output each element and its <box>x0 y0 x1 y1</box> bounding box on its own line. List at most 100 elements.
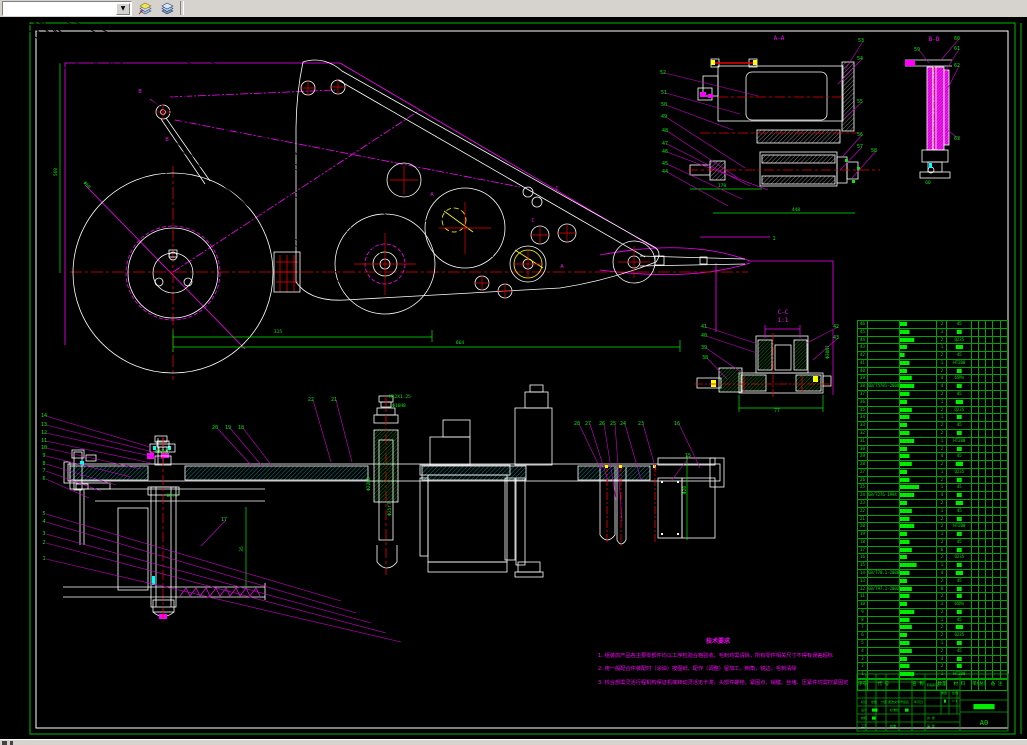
table-cell: 14 <box>858 570 868 578</box>
balloon-number: 19 <box>225 425 231 431</box>
table-cell <box>979 671 987 679</box>
table-cell: 4 <box>858 647 868 656</box>
parts-list-header: 序号代 号名 称数量材 料单件总计备 注 <box>857 679 1008 691</box>
table-cell <box>993 437 1002 446</box>
table-cell <box>993 383 1002 392</box>
table-cell: 4 <box>937 570 948 578</box>
table-cell <box>993 321 1002 329</box>
table-row: 15 ▇▇▇▇▇▇▇ 1 ▇▇ <box>858 562 1008 570</box>
table-cell <box>1001 507 1008 516</box>
table-header-cell: 材 料 <box>947 680 973 691</box>
table-cell <box>867 468 900 477</box>
table-cell: 1 <box>937 601 948 609</box>
table-cell <box>986 531 994 539</box>
table-cell: ▇▇ <box>947 655 973 664</box>
status-glyph-icon <box>2 741 7 745</box>
table-cell: ▇▇▇▇▇ <box>899 507 938 516</box>
layer-states-icon[interactable] <box>158 1 177 17</box>
table-cell: 1 <box>937 562 948 570</box>
table-cell <box>979 570 987 578</box>
table-cell <box>867 336 900 345</box>
table-cell <box>867 538 900 547</box>
table-cell <box>986 593 994 602</box>
table-cell <box>972 507 980 516</box>
table-row: 19 ▇▇▇ 1 ▇▇ <box>858 531 1008 539</box>
table-cell: 2 <box>937 663 948 672</box>
table-cell: 2 <box>937 445 948 454</box>
chevron-down-icon[interactable]: ▼ <box>116 3 130 15</box>
table-cell <box>993 546 1002 555</box>
table-cell <box>972 352 980 360</box>
table-cell <box>986 570 994 578</box>
table-cell <box>972 336 980 345</box>
table-cell: 18 <box>858 538 868 547</box>
table-cell <box>979 375 987 384</box>
dimension-text: 560 <box>53 168 59 176</box>
table-cell: ▇▇▇ <box>899 422 938 430</box>
parts-list-table: 46 ▇▇▇ 2 45 45 ▇▇▇▇ 1 ▇▇ 44 ▇▇▇▇▇▇ 2 Q235 43 ▇▇▇ 1 ▇▇▇ 4… <box>857 320 1008 679</box>
balloon-number: 5 <box>42 511 45 517</box>
table-cell <box>972 546 980 555</box>
title-block-label: ▇▇▇ <box>871 708 878 712</box>
drawing-canvas[interactable]: 52 51 50 49 48 47 46 45 44 53 54 55 56 57 58 59 60 61 62 63… <box>0 17 1027 739</box>
table-cell: ▇▇▇▇ <box>899 663 938 672</box>
table-cell <box>972 647 980 656</box>
table-cell <box>867 562 900 570</box>
table-row: 28 ▇▇▇▇▇ 2 ▇▇▇ <box>858 461 1008 469</box>
table-cell: 5 <box>858 640 868 648</box>
section-label: A-A <box>774 35 785 42</box>
table-cell <box>979 445 987 454</box>
table-header-cell: 备 注 <box>986 680 1008 691</box>
table-cell <box>986 507 994 516</box>
table-cell: 2 <box>937 538 948 547</box>
table-cell <box>993 336 1002 345</box>
balloon-number: 63 <box>954 136 960 142</box>
table-cell: 4 <box>937 655 948 664</box>
table-cell <box>1001 336 1008 345</box>
dimension-text: Φ30NUT <box>155 449 172 455</box>
table-cell <box>993 476 1002 485</box>
table-cell: 1 <box>937 437 948 446</box>
table-cell <box>986 484 994 493</box>
table-cell: 44 <box>858 336 868 345</box>
table-cell: ▇▇▇▇ <box>899 391 938 399</box>
dimension-text: 315 <box>274 329 282 335</box>
table-cell <box>1001 655 1008 664</box>
table-cell: ▇▇▇ <box>899 367 938 376</box>
table-cell <box>867 624 900 633</box>
table-cell <box>867 499 900 508</box>
table-cell: ▇▇▇▇▇▇▇▇ <box>899 484 938 493</box>
balloon-number: 38 <box>702 355 708 361</box>
table-cell <box>993 538 1002 547</box>
table-cell <box>867 484 900 493</box>
table-cell <box>986 585 994 594</box>
layer-combobox[interactable]: ▼ <box>2 1 132 16</box>
title-block-label: 标准化 <box>890 707 899 712</box>
table-cell <box>867 328 900 337</box>
table-cell <box>1001 391 1008 399</box>
dimension-text: Φ8.5 <box>167 493 178 499</box>
dimension-text: Φ16H8 <box>392 403 406 409</box>
layer-properties-icon[interactable] <box>136 1 155 17</box>
table-cell <box>986 640 994 648</box>
table-row: 4 ▇▇▇▇▇ 2 45 <box>858 647 1008 656</box>
table-cell: ▇▇▇ <box>947 624 973 633</box>
table-cell: 2 <box>937 336 948 345</box>
table-cell <box>979 531 987 539</box>
table-cell <box>986 352 994 360</box>
table-cell <box>867 344 900 353</box>
balloon-number: 39 <box>701 345 707 351</box>
table-cell <box>993 367 1002 376</box>
table-row: 16 ▇▇▇ 2 Q235 <box>858 554 1008 563</box>
table-cell <box>993 391 1002 399</box>
table-cell: ▇▇▇▇ <box>899 453 938 462</box>
table-cell <box>979 632 987 641</box>
title-block-label: ▇▇ <box>871 716 876 720</box>
table-cell <box>972 570 980 578</box>
balloon-number: 49 <box>661 114 667 120</box>
table-cell: ▇▇ <box>947 383 973 392</box>
table-cell <box>986 321 994 329</box>
table-cell <box>972 422 980 430</box>
table-cell <box>867 445 900 454</box>
table-cell <box>979 461 987 469</box>
